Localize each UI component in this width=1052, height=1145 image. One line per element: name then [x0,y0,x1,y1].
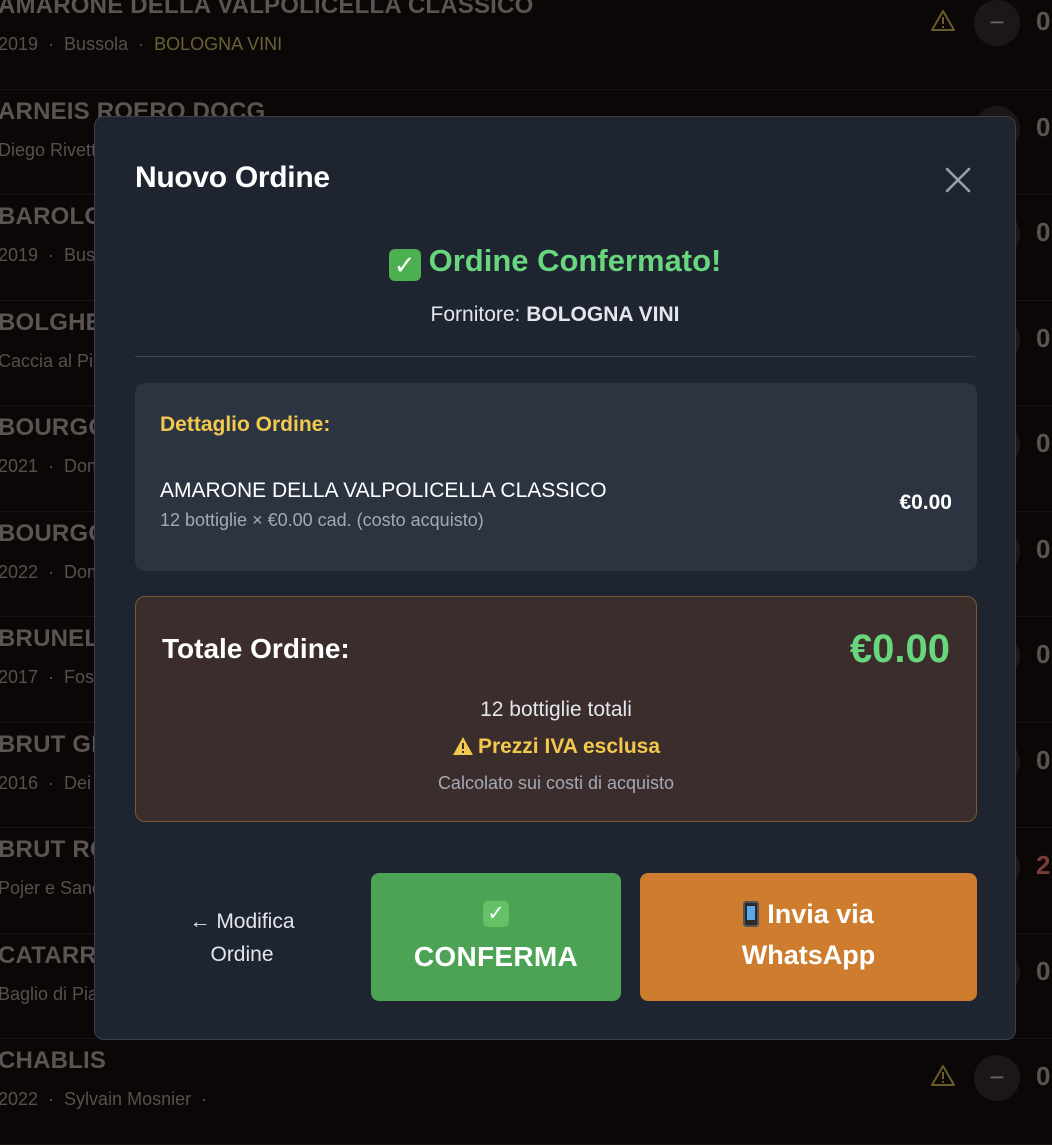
edit-order-line2: Ordine [210,943,274,966]
close-button[interactable] [941,163,975,197]
quantity-value: 0 [1036,955,1051,986]
check-icon: ✓ [483,901,509,927]
quantity-value: 0 [1036,217,1051,247]
quantity-value: 0 [1036,6,1051,36]
whatsapp-line1: Invia via [767,899,874,929]
wine-name: AMARONE DELLA VALPOLICELLA CLASSICO [0,0,534,19]
wine-meta-item: Bussola [64,34,129,54]
wine-meta-item: Sylvain Mosnier [64,1089,192,1109]
whatsapp-line2: WhatsApp [741,940,876,970]
decrement-button[interactable]: − [974,0,1020,46]
separator: · [48,1089,55,1109]
close-icon [945,167,971,193]
quantity-value: 0 [1036,639,1051,669]
wine-meta-item: Dei [64,772,92,793]
bottles-total: 12 bottiglie totali [480,698,632,721]
vat-note-text: Prezzi IVA esclusa [477,735,661,758]
warning-icon [931,10,955,31]
separator: · [48,456,55,476]
order-detail-title: Dettaglio Ordine: [160,413,331,436]
supplier-label: Fornitore: [430,303,521,326]
check-icon: ✓ [388,249,421,281]
total-label: Totale Ordine: [162,633,350,664]
supplier-name: BOLOGNA VINI [526,303,680,326]
warning-icon [931,1065,955,1086]
wine-meta-item: 2019 [0,34,39,54]
wine-row[interactable]: CHABLIS 2022 · Sylvain Mosnier · −0 [0,1039,1052,1145]
order-confirmed-text: Ordine Confermato! [428,243,722,278]
separator: · [48,772,55,793]
separator: · [201,1089,208,1109]
edit-order-line1: ← Modifica [189,910,295,933]
divider [135,356,975,357]
wine-meta-item: 2017 [0,667,39,687]
quantity-value: 0 [1036,1061,1051,1091]
vat-note: Prezzi IVA esclusa [136,735,976,759]
warning-icon [452,737,473,755]
supplier-line: Fornitore: BOLOGNA VINI [95,303,1015,327]
separator: · [48,561,55,582]
wine-name: CHABLIS [0,1047,107,1074]
quantity-value: 0 [1036,428,1051,458]
order-confirmed-heading: ✓ Ordine Confermato! [95,243,1015,281]
confirm-label: CONFERMA [413,941,579,972]
wine-meta: 2022 · Sylvain Mosnier · [0,1089,217,1110]
confirm-button[interactable]: ✓ CONFERMA [371,873,621,1001]
separator: · [48,245,55,265]
wine-meta-item: Diego Rivetti [0,139,101,160]
separator: · [48,34,55,54]
wine-meta-item: 2021 [0,456,39,476]
quantity-value: 0 [1036,744,1051,775]
quantity-value: 0 [1036,533,1051,564]
wine-meta-item: 2016 [0,772,39,793]
order-total-card: Totale Ordine: €0.00 12 bottiglie totali… [135,596,977,822]
wine-meta-item: 2022 [0,561,39,582]
quantity-value: 2 [1036,850,1051,880]
wine-meta-item: BOLOGNA VINI [154,34,283,54]
item-name: AMARONE DELLA VALPOLICELLA CLASSICO [160,479,607,502]
wine-meta: 2019 · Bussola · BOLOGNA VINI [0,34,282,55]
item-price: €0.00 [899,491,952,514]
wine-meta: 2016 · Dei [0,773,91,794]
modal-title: Nuovo Ordine [135,161,330,194]
wine-row[interactable]: AMARONE DELLA VALPOLICELLA CLASSICO 2019 ·… [0,0,1052,90]
item-detail: 12 bottiglie × €0.00 cad. (costo acquist… [160,510,484,530]
send-whatsapp-button[interactable]: Invia via WhatsApp [640,873,977,1001]
wine-name: BAROLO [0,203,104,230]
edit-order-button[interactable]: ← Modifica Ordine [161,905,323,971]
calc-note: Calcolato sui costi di acquisto [437,773,675,793]
wine-meta-item: 2022 [0,1089,39,1109]
wine-meta: Diego Rivetti [0,140,100,161]
order-detail-card: Dettaglio Ordine: AMARONE DELLA VALPOLIC… [135,383,977,571]
new-order-modal: Nuovo Ordine ✓ Ordine Confermato! Fornito… [94,116,1016,1040]
separator: · [48,667,55,687]
wine-meta-item: 2019 [0,245,39,265]
decrement-button[interactable]: − [974,1055,1020,1101]
quantity-value: 0 [1036,322,1051,353]
total-value: €0.00 [849,627,950,671]
separator: · [138,34,145,54]
quantity-value: 0 [1036,111,1051,142]
phone-icon [743,901,760,927]
